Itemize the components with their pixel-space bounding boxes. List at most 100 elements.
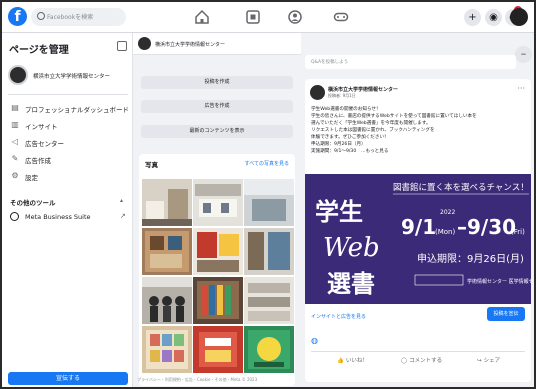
dashboard-icon: ▤ (11, 103, 19, 112)
sidebar-item-label: Meta Business Suite (25, 213, 91, 221)
feed-post: 横浜市立大学学術情報センター 投稿者: 9月1日 ··· 学生Web選書の開催の… (305, 79, 531, 382)
post-banner-image[interactable]: 学生 Web 選書 図書館に置く本を選べるチャンス！ 2022 9/1 (Mon… (305, 174, 531, 304)
sidebar-item-settings[interactable]: ⚙ 設定 (10, 169, 128, 183)
sidebar-item-label: プロフェッショナルダッシュボード (25, 106, 129, 114)
post-body-line: 体験できます。ぜひご参加ください！ (311, 135, 389, 140)
messenger-icon[interactable]: ◉ (485, 9, 502, 26)
like-reaction-icon: ◍ (311, 336, 318, 345)
comment-icon: ◯ (401, 358, 408, 364)
pages-icon[interactable] (245, 9, 261, 25)
boost-post-button[interactable]: 投稿を宣伝 (487, 307, 525, 321)
view-latest-content-button[interactable]: 最新のコンテンツを表示 (141, 125, 293, 138)
photo-image (142, 228, 192, 275)
post-divider (311, 351, 525, 352)
photo-image (142, 277, 192, 324)
sidebar-item-meta-business-suite[interactable]: Meta Business Suite ↗ (10, 211, 128, 223)
photo-thumbnail[interactable] (244, 277, 294, 324)
external-link-icon: ↗ (120, 212, 126, 220)
search-icon (37, 12, 45, 20)
sidebar-item-label: 広告センター (25, 140, 64, 148)
photo-image (193, 326, 243, 373)
composer-input[interactable]: Q&Aを投稿しよう (305, 55, 516, 69)
page-switcher[interactable]: 横浜市立大学学術情報センター (8, 65, 128, 87)
more-options-icon[interactable]: ··· (517, 84, 525, 93)
sidebar-item-insights[interactable]: ▥ インサイト (10, 118, 128, 132)
post-body-line: リクエストした本は図書館に置かれ、ブックハンティングを (311, 128, 435, 133)
photo-thumbnail[interactable] (142, 326, 192, 373)
settings-icon: ⚙ (11, 171, 19, 180)
photo-image (193, 228, 243, 275)
photo-image (244, 326, 294, 373)
comment-label: コメントする (409, 358, 443, 364)
groups-icon[interactable] (287, 9, 303, 25)
collapse-icon[interactable]: – (515, 46, 532, 63)
promote-button[interactable]: 宣伝する (8, 372, 128, 385)
post-author-avatar[interactable] (310, 85, 325, 100)
photo-image (244, 228, 294, 275)
comment-button[interactable]: ◯ コメントする (401, 356, 442, 370)
photo-thumbnail[interactable] (193, 326, 243, 373)
photo-image (142, 326, 192, 373)
gaming-icon[interactable] (333, 9, 349, 25)
sidebar-item-label: 設定 (25, 174, 38, 182)
share-button[interactable]: ↪ シェア (477, 356, 500, 370)
insights-link[interactable]: インサイトと広告を見る (311, 313, 366, 320)
thumbs-up-icon: 👍 (337, 358, 344, 364)
account-avatar[interactable] (510, 8, 528, 26)
photo-image (244, 277, 294, 324)
plus-icon[interactable]: + (464, 9, 481, 26)
meta-business-suite-icon (10, 212, 19, 221)
post-body-line: 申込期限：9月26日（月） (311, 142, 366, 147)
top-navigation-bar: f Facebookを検索 + ◉ ● (2, 2, 534, 33)
sidebar-item-dashboard[interactable]: ▤ プロフェッショナルダッシュボード (10, 101, 129, 115)
photo-thumbnail[interactable] (142, 228, 192, 275)
photo-thumbnail[interactable] (142, 277, 192, 324)
sidebar-item-label: インサイト (25, 123, 58, 131)
post-body-line: 学生の皆さんに、書店の提供するWebサイトを使って図書館に置いてほしい本を (311, 114, 477, 119)
photo-thumbnail[interactable] (193, 179, 243, 226)
sidebar-item-ads-center[interactable]: ◁ 広告センター (10, 135, 128, 149)
sidebar-divider (8, 94, 128, 95)
sidebar-toggle-icon[interactable] (117, 41, 127, 51)
photo-thumbnail[interactable] (244, 228, 294, 275)
facebook-logo[interactable]: f (8, 7, 27, 26)
chevron-up-icon[interactable]: ▴ (120, 197, 123, 204)
footer-links: プライバシー・利用規約・広告・Cookie・その他・Meta © 2023 (137, 377, 258, 382)
banner-dow-to: (Fri) (511, 228, 525, 236)
see-all-photos-link[interactable]: すべての写真を見る (245, 160, 289, 167)
photo-thumbnail[interactable] (244, 179, 294, 226)
home-icon[interactable] (194, 9, 210, 25)
create-post-button[interactable]: 投稿を作成 (141, 76, 293, 89)
photo-thumbnail[interactable] (244, 326, 294, 373)
banner-deadline: 申込期限：9月26日(月) (417, 252, 524, 265)
sidebar-item-create-ad[interactable]: ✎ 広告作成 (10, 152, 128, 166)
photo-thumbnail[interactable] (193, 228, 243, 275)
feed-column: – Q&Aを投稿しよう 横浜市立大学学術情報センター 投稿者: 9月1日 ···… (301, 33, 534, 387)
post-author-name[interactable]: 横浜市立大学学術情報センター (328, 86, 398, 93)
post-body-line: 学生Web選書の開催のお知らせ！ (311, 107, 381, 112)
create-ad-button[interactable]: 広告を作成 (141, 100, 293, 113)
banner-title-bottom: 選書 (327, 270, 375, 298)
like-button[interactable]: 👍 いいね！ (337, 356, 368, 370)
banner-footer: 学術情報センター 医学情報センター (467, 278, 531, 285)
photo-thumbnail[interactable] (142, 179, 192, 226)
ads-center-icon: ◁ (11, 137, 19, 146)
sidebar-item-label: 広告作成 (25, 157, 51, 165)
page-avatar (8, 65, 28, 85)
like-label: いいね！ (345, 358, 368, 364)
page-info-column: 横浜市立大学学術情報センター 投稿を作成 広告を作成 最新のコンテンツを表示 写… (133, 33, 301, 387)
search-placeholder: Facebookを検索 (47, 14, 94, 21)
banner-year: 2022 (440, 209, 455, 216)
photo-image (244, 179, 294, 226)
banner-subtitle: 図書館に置く本を選べるチャンス！ (393, 182, 529, 193)
create-ad-icon: ✎ (11, 154, 19, 163)
search-input[interactable]: Facebookを検索 (31, 8, 126, 26)
banner-title-web: Web (323, 233, 380, 263)
page-header: 横浜市立大学学術情報センター (133, 33, 301, 55)
banner-title-top: 学生 (315, 198, 363, 226)
more-tools-heading: その他のツール (10, 199, 56, 207)
post-body-line: 選んでいただく「学生Web選書」を今年度も開催します。 (311, 121, 431, 126)
photo-image (193, 179, 243, 226)
banner-graphic: 学生 Web 選書 図書館に置く本を選べるチャンス！ 2022 9/1 (Mon… (305, 174, 531, 304)
photo-thumbnail[interactable] (193, 277, 243, 324)
